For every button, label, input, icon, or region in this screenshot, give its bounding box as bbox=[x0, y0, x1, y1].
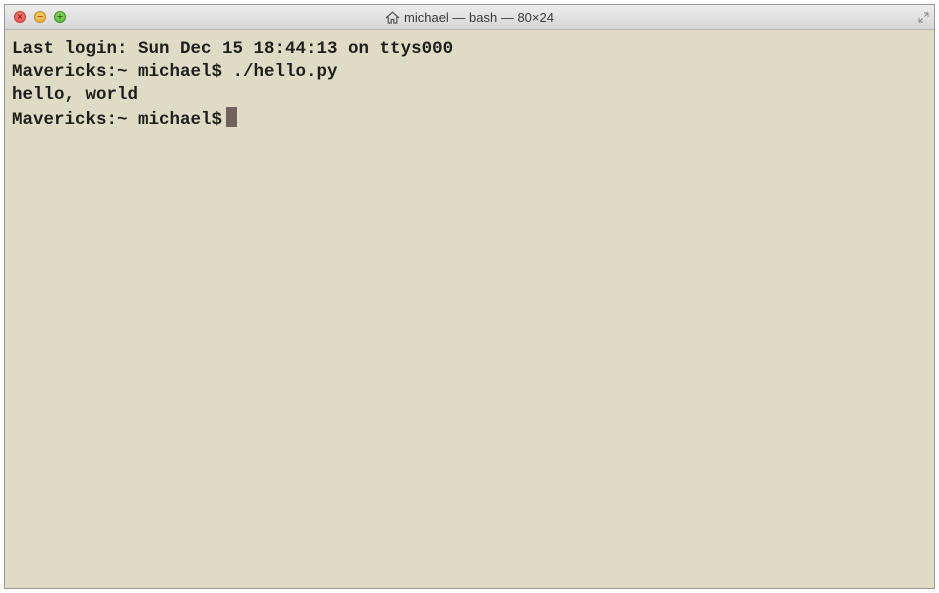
terminal-content[interactable]: Last login: Sun Dec 15 18:44:13 on ttys0… bbox=[5, 30, 934, 588]
home-icon bbox=[385, 10, 400, 24]
window-title-text: michael — bash — 80×24 bbox=[404, 9, 554, 25]
window-title: michael — bash — 80×24 bbox=[5, 5, 934, 29]
prompt-line[interactable]: Mavericks:~ michael$ bbox=[12, 107, 934, 130]
title-bar[interactable]: × − + michael — bash — 80×24 bbox=[5, 5, 934, 30]
terminal-line: hello, world bbox=[12, 85, 139, 105]
terminal-line: Last login: Sun Dec 15 18:44:13 on ttys0… bbox=[12, 39, 454, 59]
fullscreen-icon[interactable] bbox=[918, 12, 929, 23]
text-cursor bbox=[226, 107, 238, 127]
shell-prompt: Mavericks:~ michael$ bbox=[12, 110, 223, 130]
terminal-line: Mavericks:~ michael$ ./hello.py bbox=[12, 62, 338, 82]
terminal-window: × − + michael — bash — 80×24 Last login:… bbox=[4, 4, 935, 589]
